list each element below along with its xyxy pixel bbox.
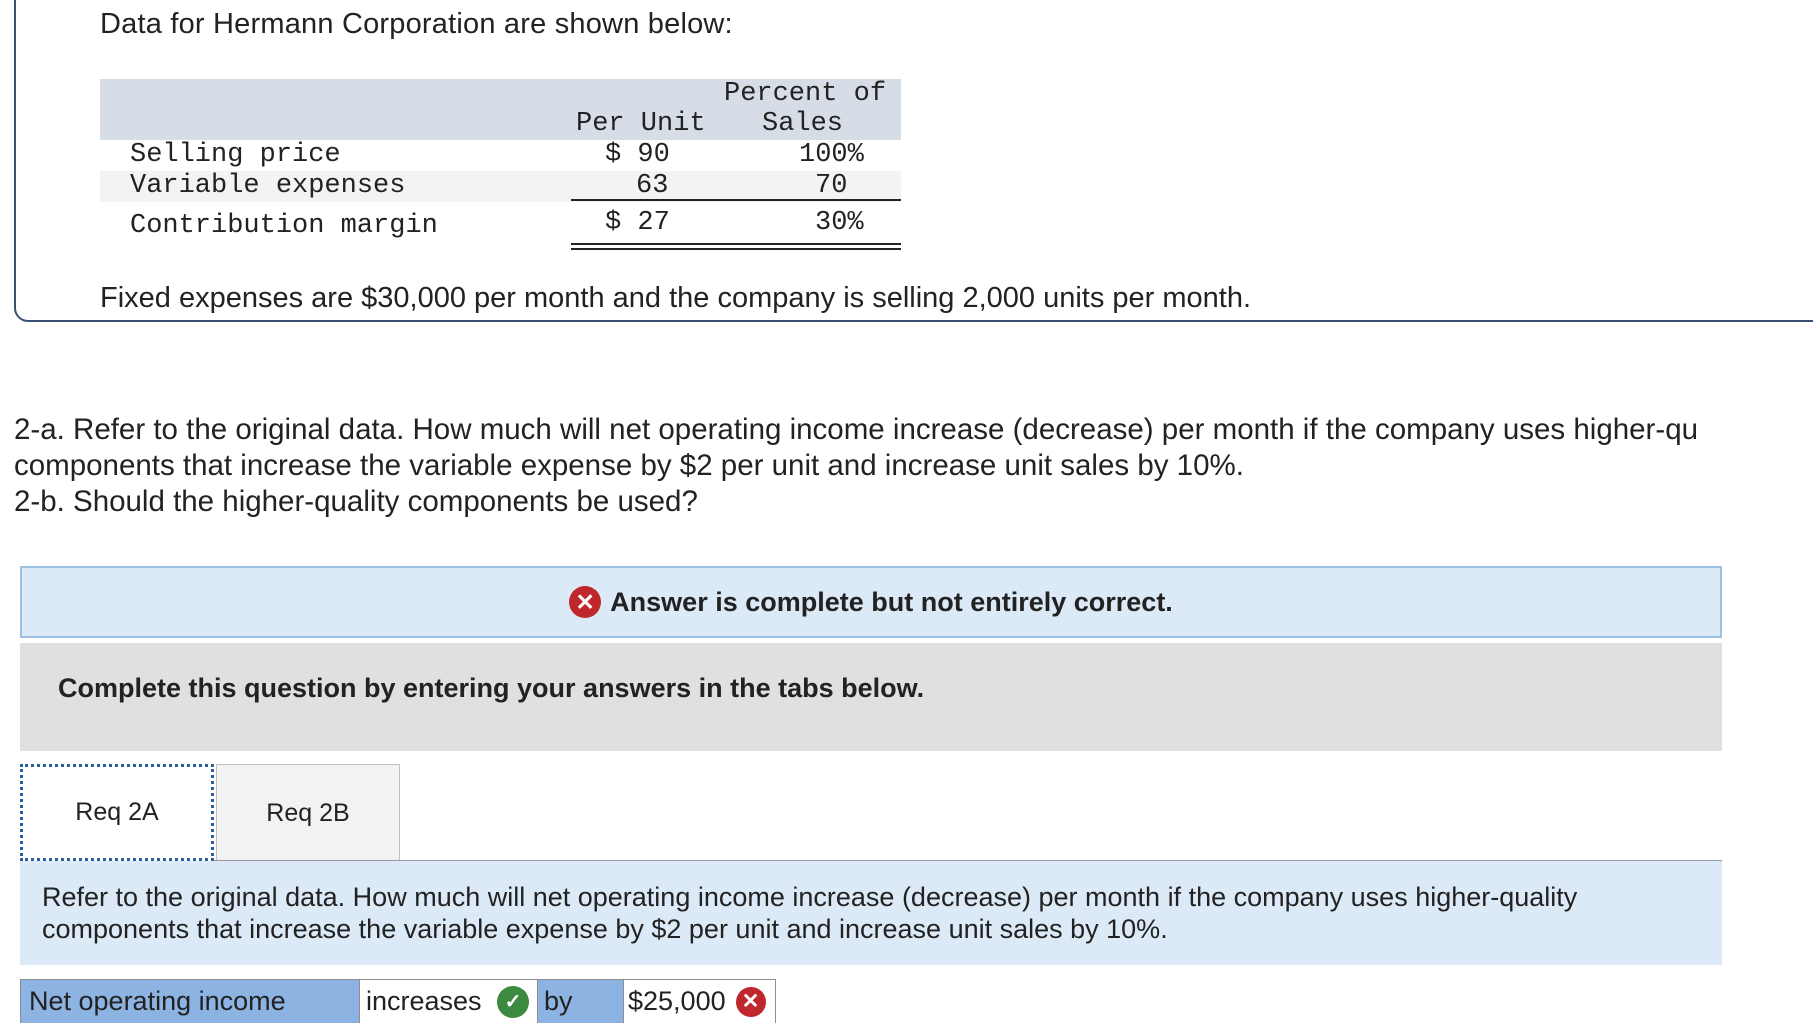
check-icon: ✓ xyxy=(497,985,529,1018)
total-double-rule-bottom xyxy=(571,248,901,250)
question-line-1: 2-a. Refer to the original data. How muc… xyxy=(14,413,1699,446)
answer-label-cell: Net operating income xyxy=(20,979,360,1023)
row-label-selling-price: Selling price xyxy=(130,140,341,170)
fixed-expenses-text: Fixed expenses are $30,000 per month and… xyxy=(100,282,1252,314)
row-label-contribution-margin: Contribution margin xyxy=(130,211,438,241)
by-label: by xyxy=(544,986,573,1016)
variable-expenses-unit: 63 xyxy=(636,171,669,201)
column-header-percent-line1: Percent of xyxy=(724,79,887,109)
question-text: 2-a. Refer to the original data. How muc… xyxy=(14,412,1698,520)
direction-select[interactable]: increases ✓ xyxy=(360,979,538,1023)
tab-req-2a[interactable]: Req 2A xyxy=(20,764,214,861)
question-line-2: components that increase the variable ex… xyxy=(14,449,1244,482)
variable-expenses-percent: 70 xyxy=(815,171,848,201)
x-circle-icon: ✕ xyxy=(569,586,602,618)
direction-select-value: increases xyxy=(366,986,482,1016)
tab-question-text: Refer to the original data. How much wil… xyxy=(42,882,1578,944)
intro-text: Data for Hermann Corporation are shown b… xyxy=(100,8,733,40)
x-circle-icon: ✕ xyxy=(735,986,766,1017)
tab-req-2b[interactable]: Req 2B xyxy=(216,764,400,861)
contribution-margin-unit: $ 27 xyxy=(605,208,670,238)
answer-status-text: Answer is complete but not entirely corr… xyxy=(610,586,1173,617)
subtotal-rule xyxy=(571,199,901,201)
tab-req-2b-label: Req 2B xyxy=(266,798,350,827)
tab-req-2a-label: Req 2A xyxy=(75,798,159,826)
row-label-variable-expenses: Variable expenses xyxy=(130,171,406,201)
contribution-margin-percent: 30% xyxy=(815,208,864,238)
selling-price-unit: $ 90 xyxy=(605,140,670,170)
instruction-box: Complete this question by entering your … xyxy=(20,643,1722,751)
tab-question-box: Refer to the original data. How much wil… xyxy=(20,861,1722,965)
amount-input[interactable]: $25,000 ✕ xyxy=(624,979,776,1023)
question-line-3: 2-b. Should the higher-quality component… xyxy=(14,485,698,518)
total-double-rule-top xyxy=(571,243,901,245)
column-header-percent-line2: Sales xyxy=(762,109,844,139)
answer-status-banner: ✕ Answer is complete but not entirely co… xyxy=(20,566,1722,638)
answer-row: Net operating income increases ✓ by $25,… xyxy=(20,979,776,1023)
instruction-text: Complete this question by entering your … xyxy=(58,673,925,703)
selling-price-percent: 100% xyxy=(799,140,864,170)
amount-value: $25,000 xyxy=(628,986,726,1016)
answer-label: Net operating income xyxy=(29,986,286,1016)
by-label-cell: by xyxy=(538,979,624,1023)
column-header-per-unit: Per Unit xyxy=(576,109,706,139)
